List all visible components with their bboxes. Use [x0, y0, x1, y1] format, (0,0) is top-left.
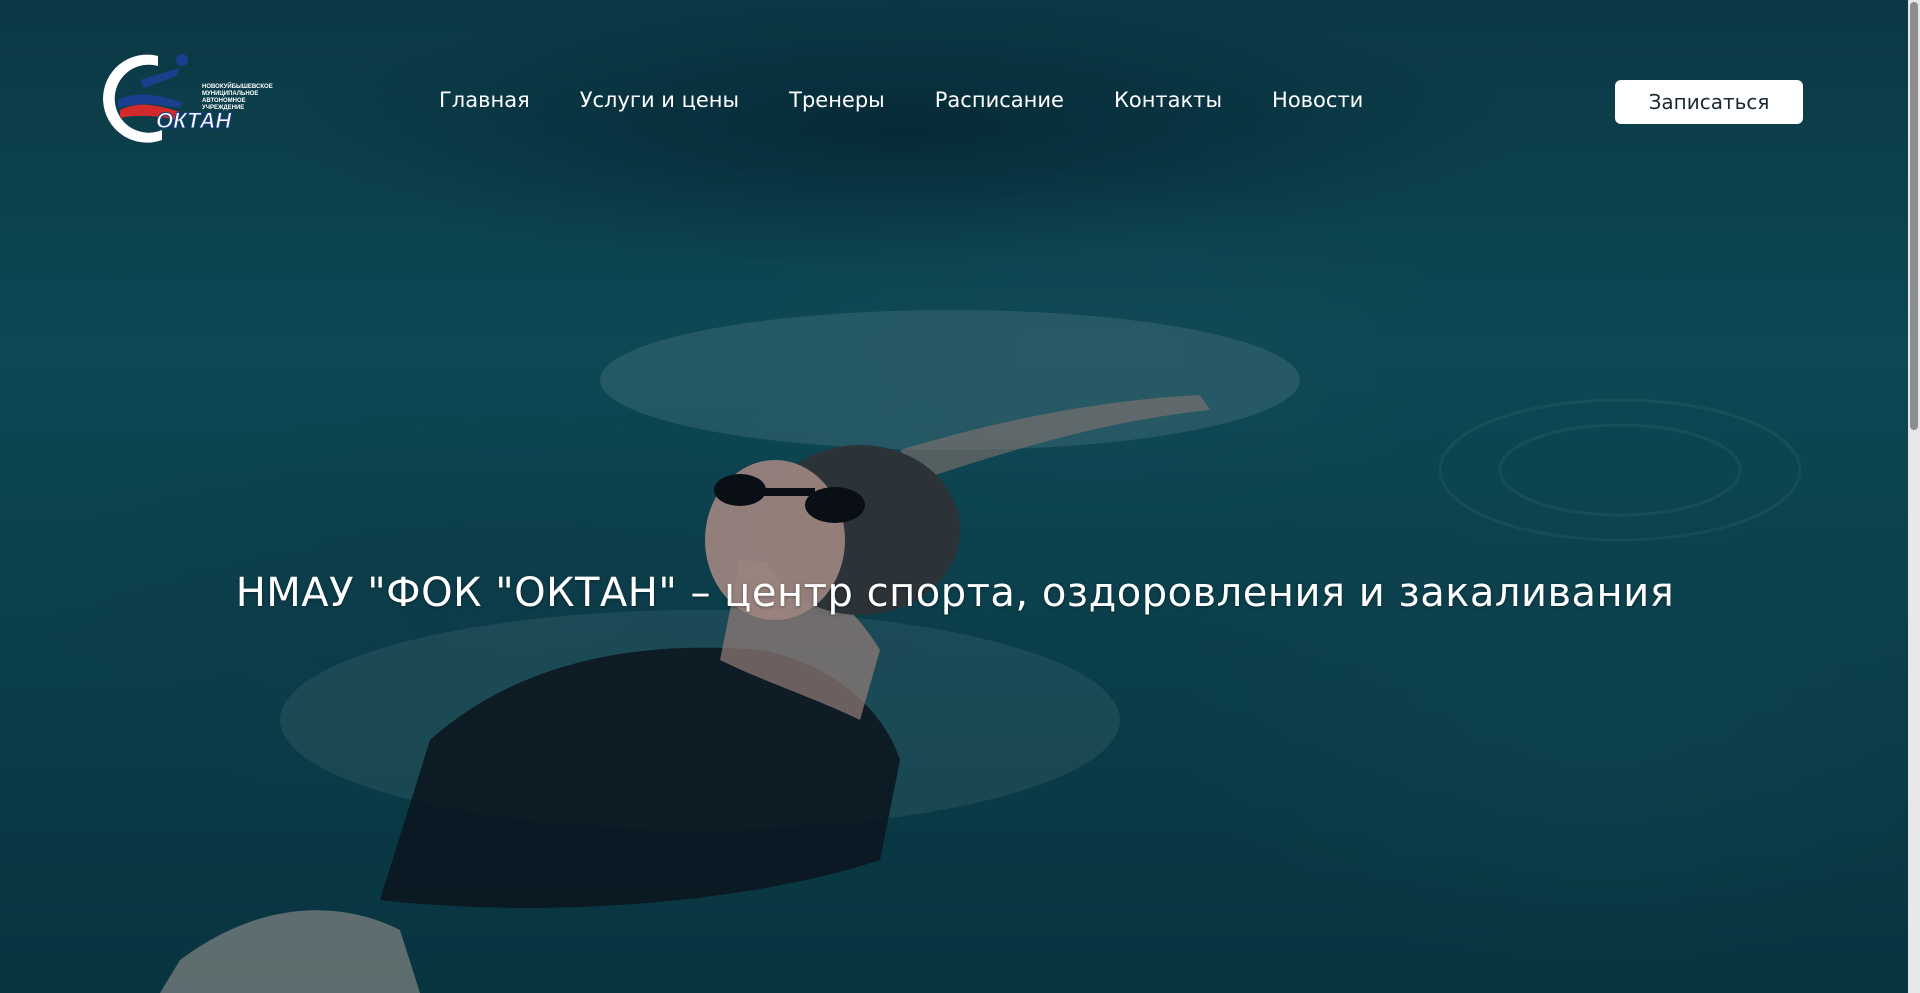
main-nav: Главная Услуги и цены Тренеры Расписание…: [439, 85, 1363, 115]
nav-item-trainers[interactable]: Тренеры: [789, 88, 885, 112]
logo[interactable]: НОВОКУЙБЫШЕВСКОЕ МУНИЦИПАЛЬНОЕ АВТОНОМНО…: [100, 50, 273, 144]
scrollbar-thumb[interactable]: [1910, 2, 1918, 430]
page-scrollbar[interactable]: [1908, 0, 1920, 993]
site-header: НОВОКУЙБЫШЕВСКОЕ МУНИЦИПАЛЬНОЕ АВТОНОМНО…: [0, 0, 1920, 200]
nav-item-news[interactable]: Новости: [1272, 88, 1363, 112]
logo-name: ОКТАН: [155, 108, 232, 134]
nav-item-home[interactable]: Главная: [439, 88, 530, 112]
hero-title: НМАУ "ФОК "ОКТАН" – центр спорта, оздоро…: [235, 570, 1675, 616]
nav-item-schedule[interactable]: Расписание: [935, 88, 1064, 112]
nav-item-services-prices[interactable]: Услуги и цены: [580, 88, 739, 112]
signup-button[interactable]: Записаться: [1615, 80, 1803, 124]
nav-item-contacts[interactable]: Контакты: [1114, 88, 1222, 112]
page: НОВОКУЙБЫШЕВСКОЕ МУНИЦИПАЛЬНОЕ АВТОНОМНО…: [0, 0, 1920, 993]
